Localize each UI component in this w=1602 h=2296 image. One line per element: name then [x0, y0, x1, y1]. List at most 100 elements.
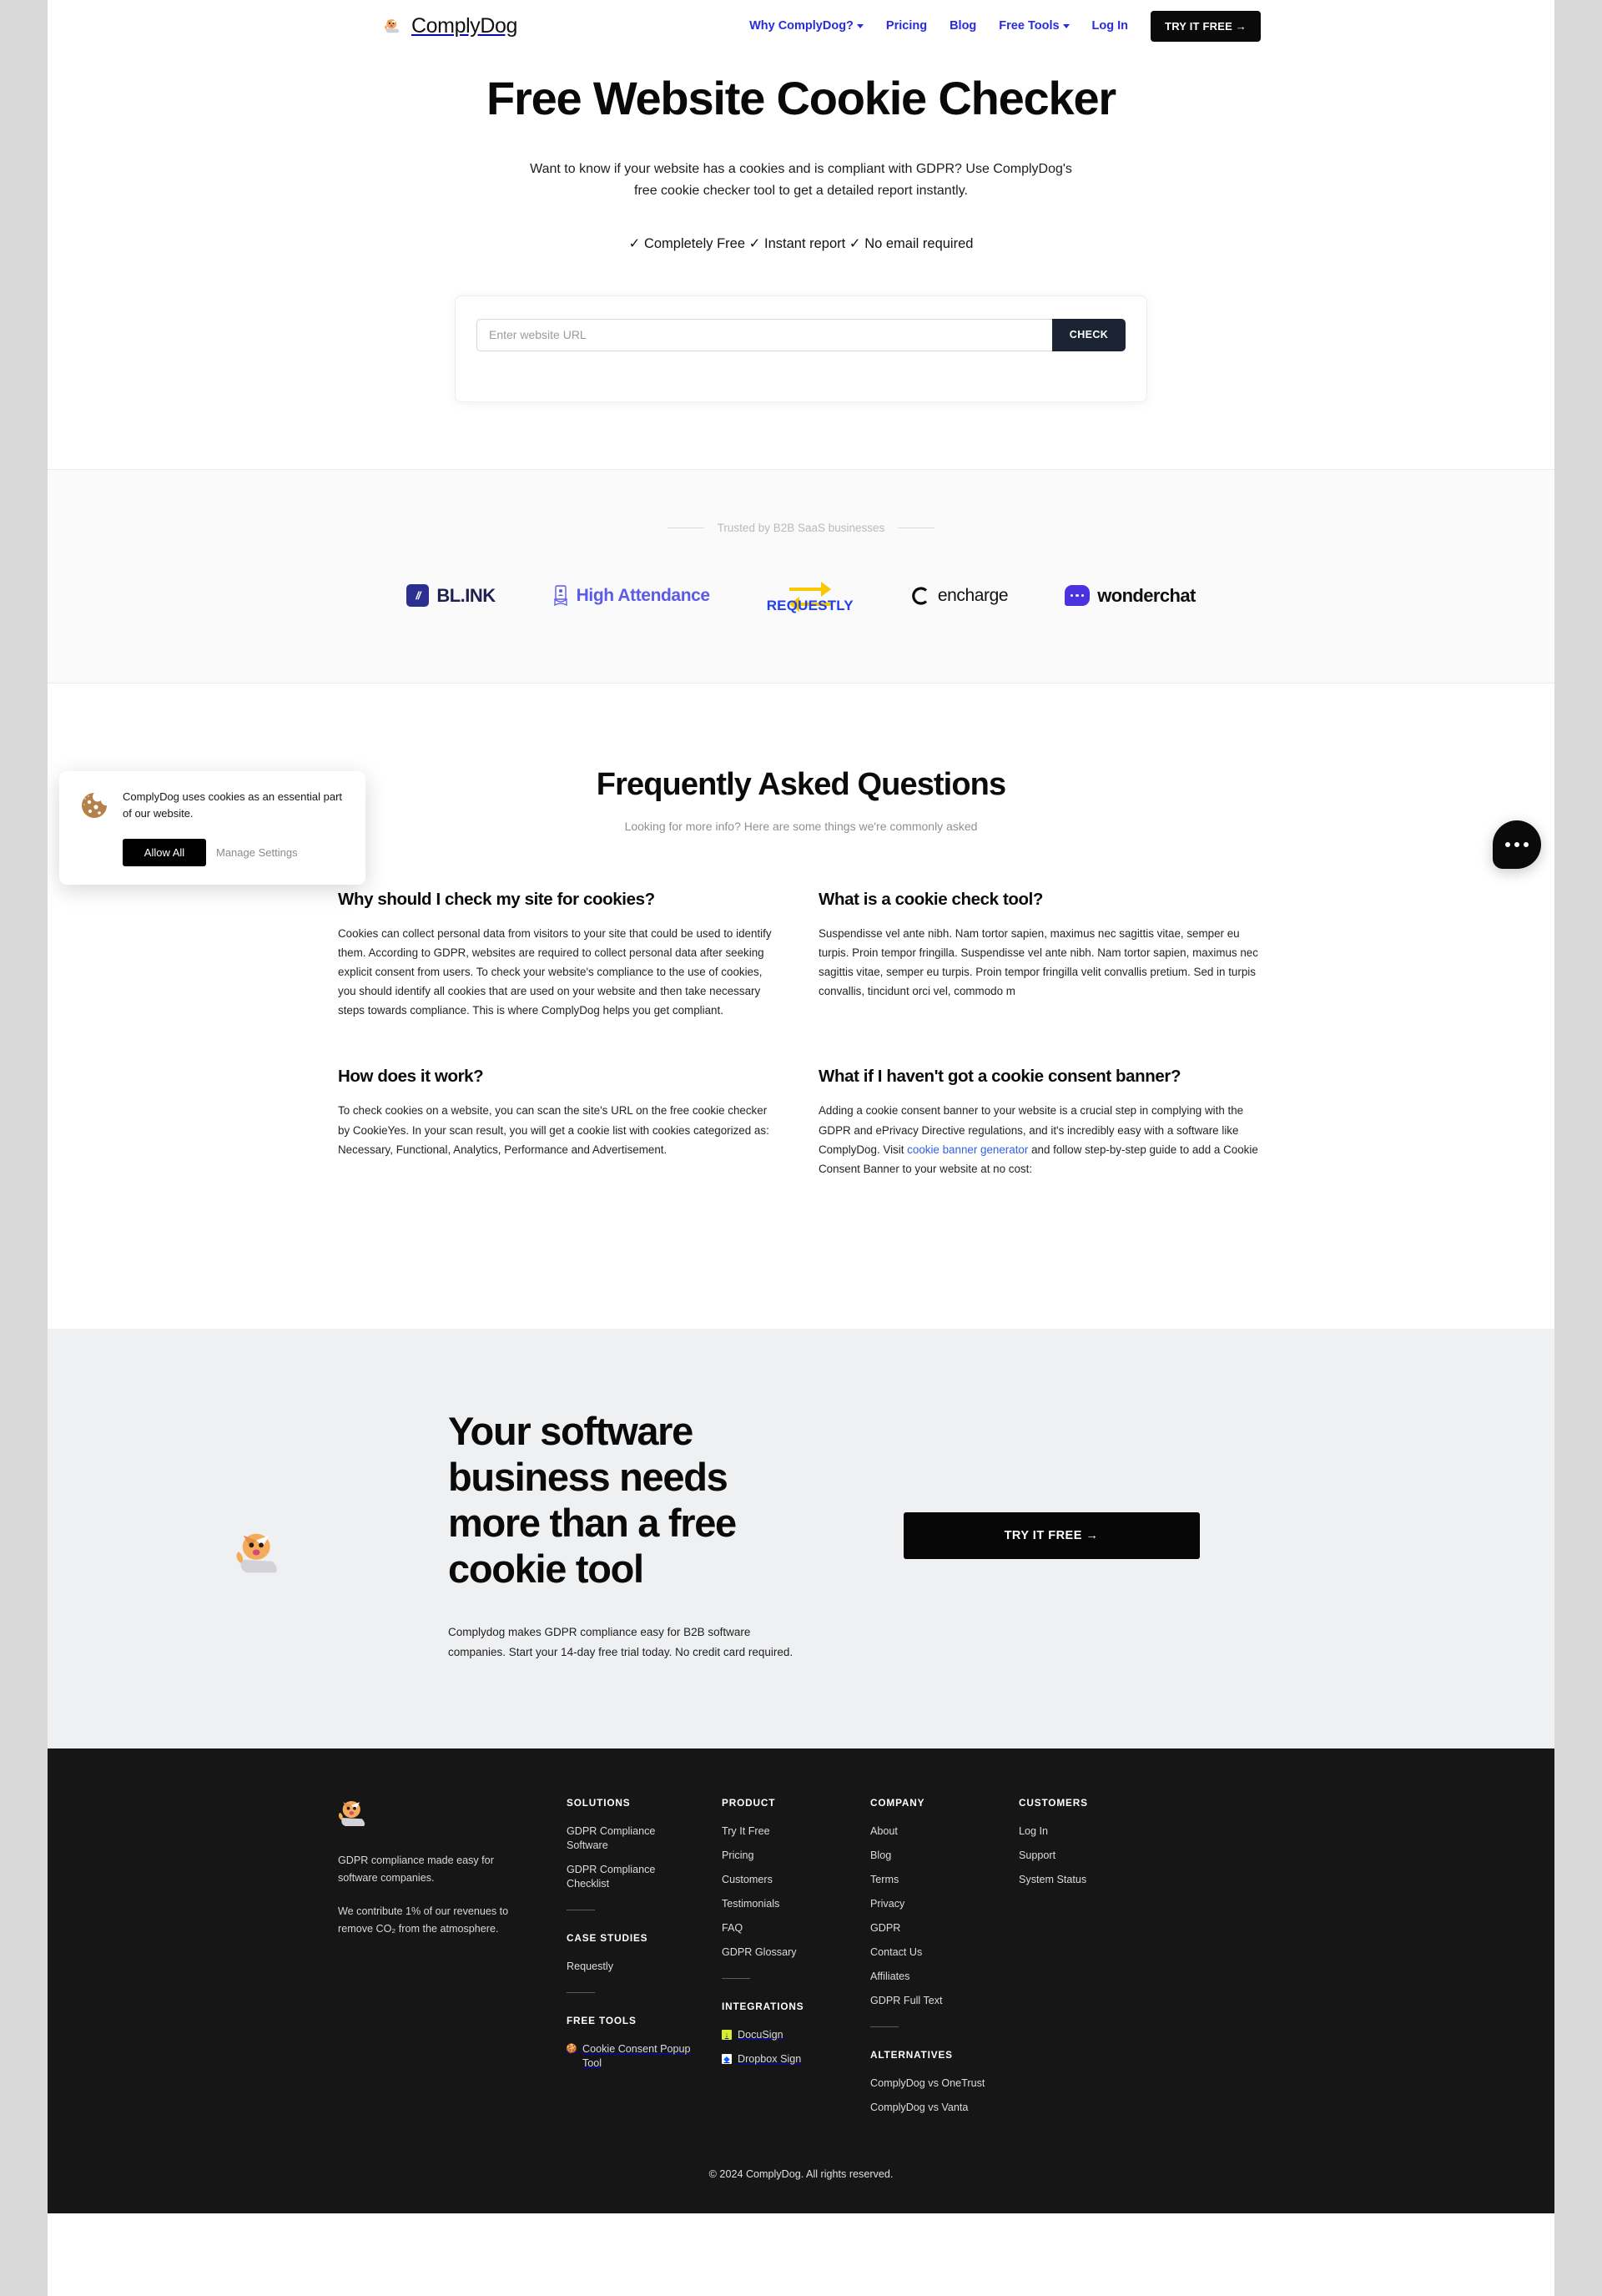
- logo-requestly: REQUESTLY: [767, 578, 854, 614]
- footer-link-docusign[interactable]: ↓ DocuSign: [722, 2028, 870, 2042]
- logo-label: REQUESTLY: [766, 597, 854, 613]
- logo-wonderchat: wonderchat: [1065, 584, 1196, 607]
- footer-link[interactable]: GDPR: [870, 1921, 1019, 1935]
- logo-label: wonderchat: [1097, 584, 1196, 606]
- cookie-icon: 🍪: [566, 2043, 577, 2054]
- site-header: ComplyDog Why ComplyDog? Pricing Blog Fr…: [48, 0, 1554, 52]
- footer-link[interactable]: Terms: [870, 1873, 1019, 1887]
- nav-item-blog[interactable]: Blog: [950, 19, 976, 33]
- footer-link[interactable]: Customers: [722, 1873, 870, 1887]
- faq-item: Why should I check my site for cookies? …: [338, 890, 783, 1021]
- faq-item: How does it work? To check cookies on a …: [338, 1067, 783, 1178]
- hero-section: Free Website Cookie Checker Want to know…: [48, 52, 1554, 469]
- hero-feature-bullets: ✓ Completely Free ✓ Instant report ✓ No …: [628, 235, 974, 251]
- nav-item-pricing[interactable]: Pricing: [886, 19, 927, 33]
- cta-text: Complydog makes GDPR compliance easy for…: [448, 1626, 793, 1658]
- encharge-mark-icon: [912, 586, 927, 605]
- footer-co2-note: We contribute 1% of our revenues to remo…: [338, 1905, 509, 1935]
- chat-bubble-icon: [1065, 585, 1091, 607]
- allow-all-button[interactable]: Allow All: [123, 838, 206, 866]
- check-button[interactable]: CHECK: [1052, 318, 1126, 351]
- footer-link-dropbox-sign[interactable]: ◆ Dropbox Sign: [722, 2052, 870, 2066]
- page-title: Free Website Cookie Checker: [486, 72, 1116, 124]
- footer-heading: PRODUCT: [722, 1797, 776, 1809]
- logo-label: BL.INK: [436, 584, 496, 606]
- footer-link-label: DocuSign: [738, 2029, 783, 2041]
- logo-encharge: encharge: [910, 586, 1009, 606]
- footer-link[interactable]: Support: [1019, 1849, 1186, 1863]
- footer-heading: ALTERNATIVES: [870, 2049, 953, 2061]
- footer-link[interactable]: Testimonials: [722, 1897, 870, 1911]
- divider: [870, 2026, 899, 2028]
- header-try-it-free-button[interactable]: TRY IT FREE →: [1151, 10, 1261, 42]
- footer-column-company: COMPANY About Blog Terms Privacy GDPR Co…: [870, 1797, 1019, 2125]
- customer-logos: // BL.INK High Attendance REQUESTLY ench…: [48, 578, 1554, 614]
- footer-link[interactable]: GDPR Compliance Checklist: [567, 1863, 693, 1891]
- nav-label: Why ComplyDog?: [749, 19, 854, 33]
- brand-logo-link[interactable]: ComplyDog: [385, 14, 517, 38]
- nav-item-log-in[interactable]: Log In: [1092, 19, 1129, 33]
- trusted-by-label: Trusted by B2B SaaS businesses: [717, 521, 885, 534]
- logo-high-attendance: High Attendance: [552, 584, 710, 607]
- nav-item-why-complydog[interactable]: Why ComplyDog?: [749, 19, 864, 33]
- website-url-input[interactable]: [476, 318, 1052, 351]
- footer-link-label: Dropbox Sign: [738, 2053, 802, 2066]
- nav-item-free-tools[interactable]: Free Tools: [999, 19, 1070, 33]
- footer-columns: GDPR compliance made easy for software c…: [338, 1797, 1264, 2125]
- cookie-banner-actions: Allow All Manage Settings: [123, 838, 347, 866]
- chat-dot: [1524, 842, 1529, 847]
- footer-column-customers: CUSTOMERS Log In Support System Status: [1019, 1797, 1186, 2125]
- footer-link[interactable]: GDPR Full Text: [870, 1994, 1019, 2008]
- faq-answer: Suspendisse vel ante nibh. Nam tortor sa…: [819, 926, 1258, 998]
- hero-subtitle: Want to know if your website has a cooki…: [530, 161, 1072, 198]
- trusted-by-label-row: Trusted by B2B SaaS businesses: [48, 522, 1554, 534]
- footer-link[interactable]: FAQ: [722, 1921, 870, 1935]
- divider: [567, 1992, 595, 1994]
- footer-column-solutions: SOLUTIONS GDPR Compliance Software GDPR …: [566, 1797, 722, 2125]
- chat-dot: [1505, 842, 1510, 847]
- footer-link[interactable]: ComplyDog vs Vanta: [870, 2101, 997, 2115]
- footer-link[interactable]: ComplyDog vs OneTrust: [870, 2076, 997, 2091]
- cookie-icon: [82, 793, 107, 818]
- main-nav: Why ComplyDog? Pricing Blog Free Tools L…: [749, 10, 1261, 42]
- footer-link-label: Cookie Consent Popup Tool: [582, 2043, 691, 2070]
- cookie-banner-text: ComplyDog uses cookies as an essential p…: [123, 790, 343, 820]
- faq-answer: Adding a cookie consent banner to your w…: [819, 1101, 1261, 1178]
- footer-heading: CASE STUDIES: [567, 1932, 648, 1945]
- chat-widget-button[interactable]: [1493, 820, 1541, 869]
- cookie-banner-generator-link[interactable]: cookie banner generator: [907, 1143, 1028, 1156]
- faq-grid: Why should I check my site for cookies? …: [338, 890, 1264, 1179]
- page-root: ComplyDog Why ComplyDog? Pricing Blog Fr…: [48, 0, 1554, 2296]
- footer-copyright: © 2024 ComplyDog. All rights reserved.: [708, 2168, 894, 2181]
- cta-right: TRY IT FREE →: [805, 1511, 1264, 1559]
- cookie-checker-card: CHECK: [455, 295, 1147, 402]
- footer-link[interactable]: Requestly: [567, 1960, 722, 1974]
- footer-link[interactable]: Contact Us: [870, 1945, 1019, 1960]
- cta-title: Your software business needs more than a…: [448, 1409, 737, 1592]
- footer-link[interactable]: Blog: [870, 1849, 1019, 1863]
- footer-heading: SOLUTIONS: [567, 1797, 631, 1809]
- footer-brand-column: GDPR compliance made easy for software c…: [338, 1797, 567, 2125]
- faq-item: What if I haven't got a cookie consent b…: [819, 1067, 1264, 1178]
- badge-icon: [553, 584, 567, 606]
- chat-dot: [1514, 842, 1519, 847]
- footer-link[interactable]: Log In: [1019, 1824, 1186, 1839]
- manage-settings-button[interactable]: Manage Settings: [216, 846, 298, 859]
- footer-link-cookie-consent-popup-tool[interactable]: 🍪 Cookie Consent Popup Tool: [566, 2042, 722, 2071]
- logo-label: High Attendance: [576, 585, 710, 605]
- faq-question: What is a cookie check tool?: [819, 889, 1044, 909]
- divider-right: [898, 527, 935, 528]
- docusign-icon: ↓: [722, 2030, 732, 2041]
- footer-link[interactable]: Pricing: [722, 1849, 870, 1863]
- footer-link[interactable]: Affiliates: [870, 1970, 1019, 1984]
- faq-answer: To check cookies on a website, you can s…: [338, 1104, 769, 1156]
- footer-link[interactable]: About: [870, 1824, 1019, 1839]
- cta-try-it-free-button[interactable]: TRY IT FREE →: [903, 1511, 1200, 1559]
- footer-link[interactable]: System Status: [1019, 1873, 1186, 1887]
- chevron-down-icon: [1062, 23, 1070, 28]
- footer-link[interactable]: GDPR Compliance Software: [567, 1824, 693, 1853]
- footer-link[interactable]: Privacy: [870, 1897, 1019, 1911]
- footer-link[interactable]: GDPR Glossary: [722, 1945, 870, 1960]
- footer-link[interactable]: Try It Free: [722, 1824, 870, 1839]
- footer-heading: CUSTOMERS: [1019, 1797, 1088, 1809]
